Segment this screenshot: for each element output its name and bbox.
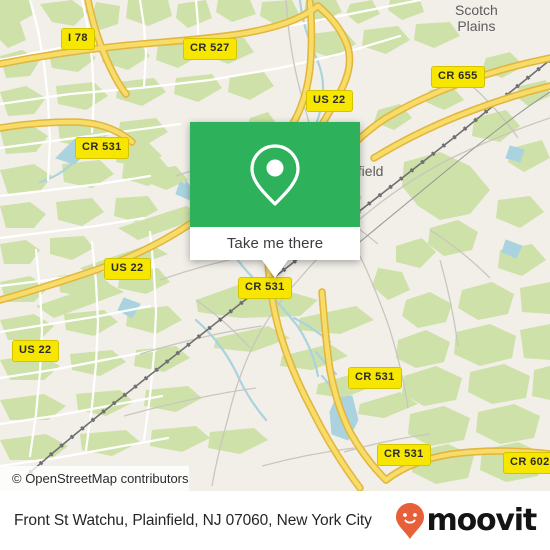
attribution-text: © OpenStreetMap contributors [12,471,189,486]
location-popup-card: Take me there [190,122,360,278]
take-me-there-label: Take me there [226,235,324,252]
road-shield: CR 531 [238,277,292,299]
road-shield: I 78 [61,28,95,50]
road-shield: CR 602 [503,452,550,474]
road-shield: CR 527 [183,38,237,60]
map-pin-icon [250,143,300,206]
moovit-logo[interactable]: moovit [395,502,538,540]
moovit-map-screen: Scotch Plains nfield I 78 CR 527 US 22 CR 655… [0,0,550,550]
moovit-wordmark: moovit [426,502,538,538]
road-shield: CR 531 [348,367,402,389]
footer-bar: Front St Watchu, Plainfield, NJ 07060, N… [0,491,550,550]
take-me-there-button[interactable]: Take me there [190,227,360,260]
address-label: Front St Watchu, Plainfield, NJ 07060, N… [14,511,372,529]
road-shield: US 22 [104,258,151,280]
moovit-pin-icon [395,502,424,539]
map-canvas[interactable]: Scotch Plains nfield I 78 CR 527 US 22 CR 655… [0,0,550,491]
road-shield: US 22 [12,340,59,362]
map-attribution: © OpenStreetMap contributors [0,466,189,491]
road-shield: CR 655 [431,66,485,88]
road-shield: CR 531 [75,137,129,159]
popup-tail-pointer [262,260,288,278]
road-shield: US 22 [306,90,353,112]
road-shield: CR 531 [377,444,431,466]
popup-header [190,122,360,227]
